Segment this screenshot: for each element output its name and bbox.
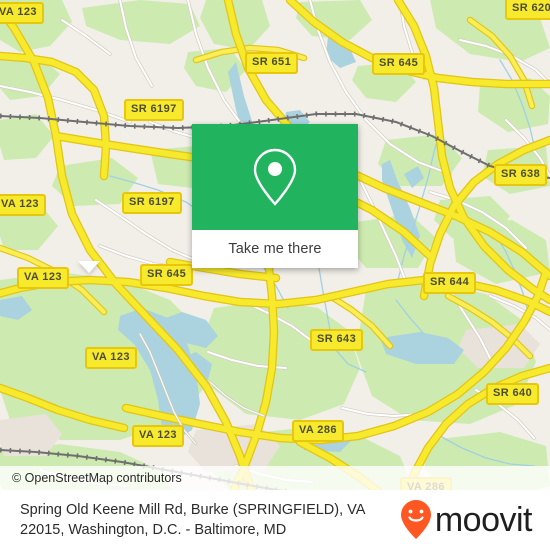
moovit-wordmark: moovit	[434, 501, 533, 539]
road-shield[interactable]: VA 123	[17, 267, 69, 289]
road-shield[interactable]: VA 286	[292, 420, 344, 442]
popup-image-placeholder	[192, 124, 358, 230]
road-shield[interactable]: SR 6197	[124, 99, 184, 121]
road-shield[interactable]: SR 645	[372, 53, 426, 75]
road-shield[interactable]: SR 643	[310, 329, 364, 351]
location-title: Spring Old Keene Mill Rd, Burke (SPRINGF…	[20, 502, 365, 538]
popup-tail-pointer	[78, 261, 100, 273]
road-shield[interactable]: SR 645	[140, 264, 194, 286]
road-shield[interactable]: VA 123	[0, 2, 44, 24]
footer-bar: Spring Old Keene Mill Rd, Burke (SPRINGF…	[0, 490, 550, 550]
moovit-brand-logo[interactable]: moovit	[400, 500, 538, 540]
attribution-text[interactable]: © OpenStreetMap contributors	[0, 471, 182, 485]
road-shield[interactable]: SR 640	[486, 383, 540, 405]
road-shield[interactable]: VA 123	[85, 347, 137, 369]
map-attribution-bar: © OpenStreetMap contributors	[0, 466, 550, 490]
location-popup-card[interactable]: Take me there	[192, 124, 358, 268]
moovit-smiley-pin-icon	[400, 500, 431, 540]
road-shield[interactable]: VA 123	[132, 425, 184, 447]
moovit-map-screenshot: .park { fill:#cdebb0; } .water { fill:#a…	[0, 0, 550, 550]
road-shield[interactable]: SR 644	[423, 272, 477, 294]
map-pin-icon	[253, 148, 297, 206]
map-canvas[interactable]: .park { fill:#cdebb0; } .water { fill:#a…	[0, 0, 550, 550]
take-me-there-button[interactable]: Take me there	[192, 230, 358, 268]
road-shield[interactable]: SR 620	[505, 0, 550, 20]
road-shield[interactable]: SR 651	[245, 52, 299, 74]
road-shield[interactable]: SR 638	[494, 164, 548, 186]
road-shield[interactable]: VA 123	[0, 194, 46, 216]
take-me-there-label: Take me there	[228, 241, 322, 257]
road-shield[interactable]: SR 6197	[122, 192, 182, 214]
